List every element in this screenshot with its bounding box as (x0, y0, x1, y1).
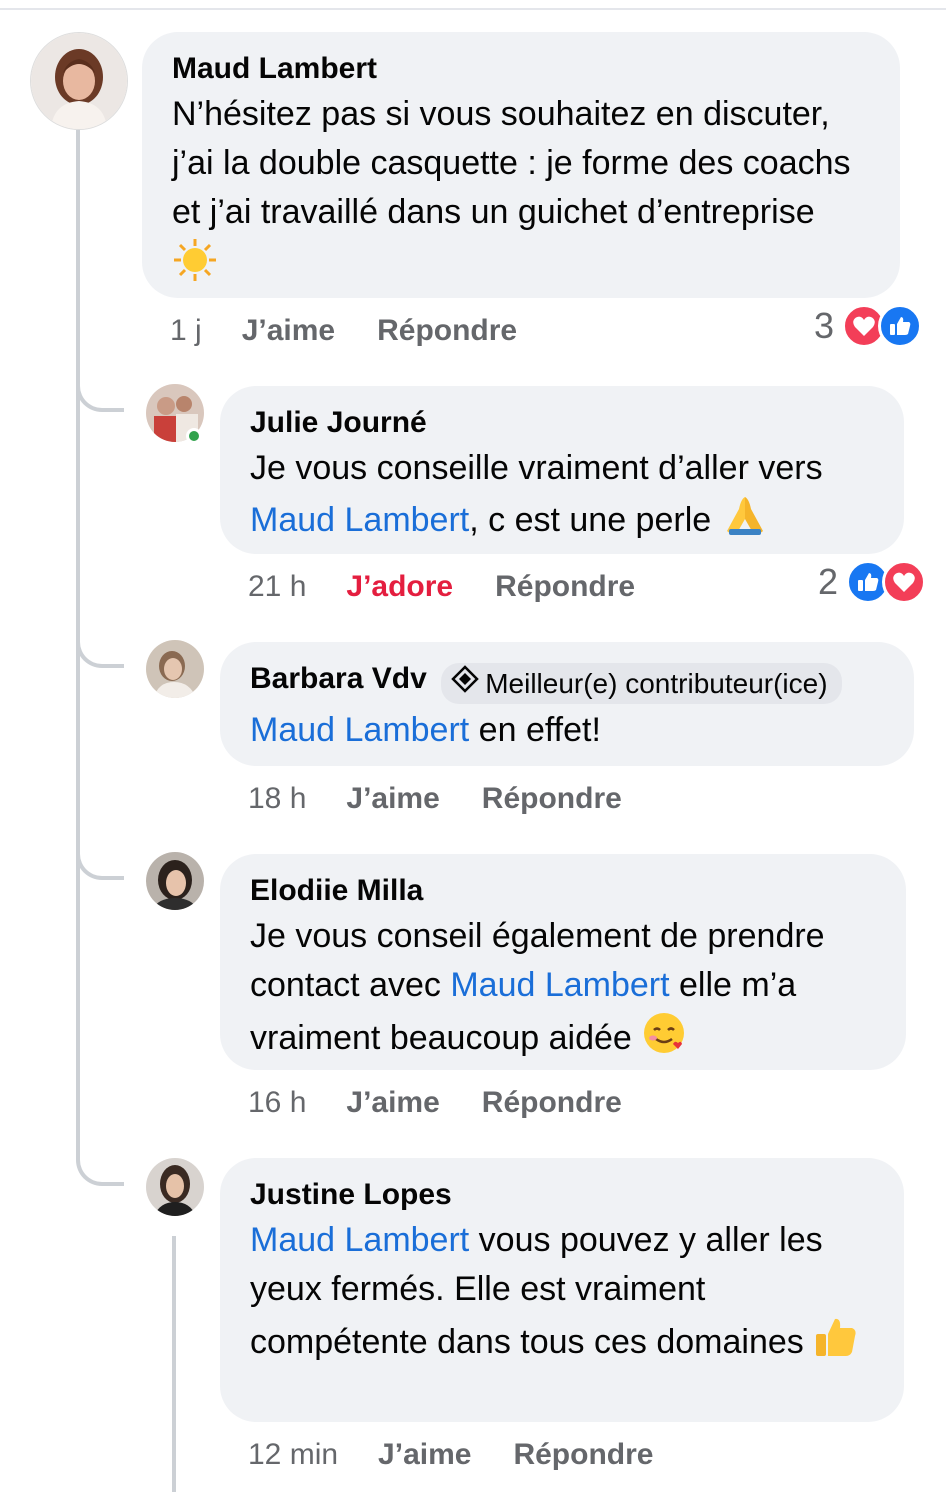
smiling-face-with-hearts-emoji (641, 1010, 687, 1070)
thumbs-up-icon (878, 304, 923, 348)
comment-actions: 21 h J’adore Répondre (248, 566, 677, 608)
comment-text: Je vous conseil également de prendre con… (250, 912, 876, 1070)
reply-button[interactable]: Répondre (513, 1438, 653, 1472)
comment-actions: 18 h J’aime Répondre (248, 778, 664, 820)
comment-body-rest: , c est une perle (469, 500, 712, 539)
comment-text: Maud Lambert vous pouvez y aller les yeu… (250, 1216, 874, 1374)
badge-label: Meilleur(e) contributeur(ice) (485, 667, 828, 699)
comment-timestamp[interactable]: 1 j (170, 314, 202, 348)
comment-bubble: Julie Journé Je vous conseille vraiment … (220, 386, 904, 554)
reaction-count: 3 (814, 305, 835, 346)
comment-timestamp[interactable]: 21 h (248, 570, 306, 604)
like-button[interactable]: J’aime (378, 1438, 471, 1472)
diamond-badge-icon (451, 665, 479, 702)
like-button[interactable]: J’aime (346, 782, 439, 816)
comment-timestamp[interactable]: 18 h (248, 782, 306, 816)
reply-button[interactable]: Répondre (482, 1086, 622, 1120)
sun-emoji (172, 237, 218, 297)
avatar-barbara-vdv[interactable] (146, 640, 204, 698)
reply-thread-line (172, 1236, 176, 1492)
comment-bubble: Justine Lopes Maud Lambert vous pouvez y… (220, 1158, 904, 1422)
comment-author[interactable]: Barbara Vdv (250, 660, 427, 698)
comment-text: Maud Lambert en effet! (250, 706, 884, 755)
comment-timestamp[interactable]: 12 min (248, 1438, 338, 1472)
comment-text: N’hésitez pas si vous souhaitez en discu… (172, 90, 870, 297)
like-button[interactable]: J’aime (346, 1086, 439, 1120)
mention-link[interactable]: Maud Lambert (250, 711, 469, 749)
thread-branch (76, 638, 124, 668)
comment-author[interactable]: Elodiie Milla (250, 872, 423, 910)
reaction-summary[interactable]: 3 (814, 304, 923, 348)
comment-author[interactable]: Maud Lambert (172, 50, 377, 88)
comment-actions: 16 h J’aime Répondre (248, 1082, 664, 1124)
comment-body: Je vous conseille vraiment d’aller vers (250, 449, 823, 487)
folded-hands-emoji (721, 493, 769, 551)
mention-link[interactable]: Maud Lambert (250, 1221, 469, 1259)
mention-link[interactable]: Maud Lambert (250, 501, 469, 539)
reply-button[interactable]: Répondre (377, 314, 517, 348)
comment-author[interactable]: Julie Journé (250, 404, 427, 442)
comment-actions: 12 min J’aime Répondre (248, 1434, 695, 1476)
avatar-elodiie-milla[interactable] (146, 852, 204, 910)
comment-timestamp[interactable]: 16 h (248, 1086, 306, 1120)
comment-header: Barbara Vdv Meilleur(e) contributeur(ice… (250, 660, 884, 705)
avatar-justine-lopes[interactable] (146, 1158, 204, 1216)
avatar-maud-lambert[interactable] (30, 32, 128, 130)
mention-link[interactable]: Maud Lambert (450, 966, 669, 1004)
comment-body: N’hésitez pas si vous souhaitez en discu… (172, 95, 851, 231)
comment-body-rest: en effet! (469, 711, 601, 750)
reaction-count: 2 (818, 561, 839, 602)
comment-text: Je vous conseille vraiment d’aller vers … (250, 444, 874, 551)
thread-branch (76, 850, 124, 880)
comment-actions: 1 j J’aime Répondre (170, 310, 559, 352)
reaction-summary[interactable]: 2 (818, 560, 927, 604)
heart-icon (882, 560, 927, 604)
comment-bubble: Maud Lambert N’hésitez pas si vous souha… (142, 32, 900, 298)
comment-bubble: Elodiie Milla Je vous conseil également … (220, 854, 906, 1070)
top-contributor-badge[interactable]: Meilleur(e) contributeur(ice) (441, 663, 842, 705)
comment-bubble: Barbara Vdv Meilleur(e) contributeur(ice… (220, 642, 914, 766)
love-button[interactable]: J’adore (346, 570, 453, 604)
thread-branch (76, 382, 124, 412)
reply-button[interactable]: Répondre (495, 570, 635, 604)
online-status-indicator (186, 428, 202, 444)
thread-branch (76, 1156, 124, 1186)
top-divider (0, 8, 946, 10)
like-button[interactable]: J’aime (242, 314, 335, 348)
thumbs-up-emoji (813, 1314, 859, 1374)
reply-button[interactable]: Répondre (482, 782, 622, 816)
comment-author[interactable]: Justine Lopes (250, 1176, 452, 1214)
